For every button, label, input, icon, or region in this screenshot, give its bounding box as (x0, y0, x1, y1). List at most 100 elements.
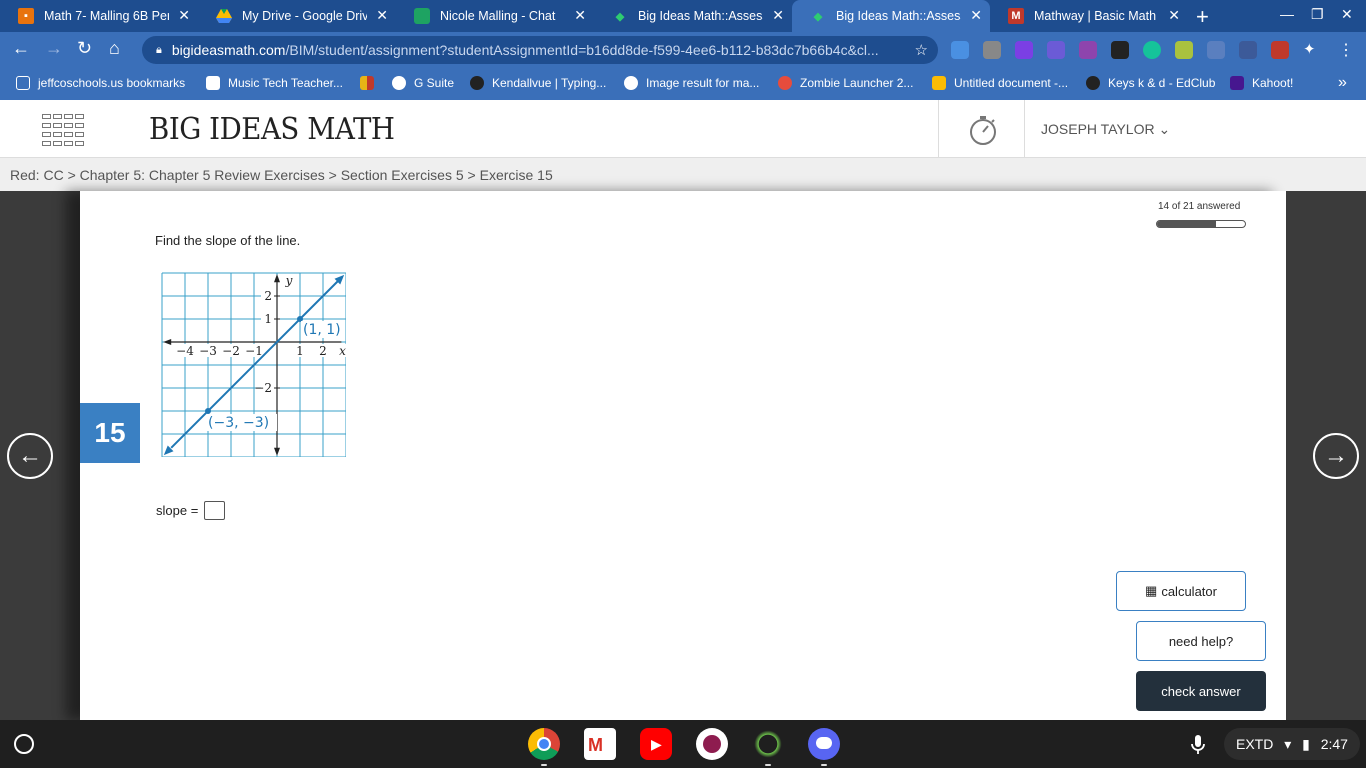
grammarly-icon[interactable] (1143, 41, 1161, 59)
chrome-icon[interactable] (528, 728, 560, 760)
bookmark-item[interactable]: G Suite (392, 76, 454, 90)
tab-mathway[interactable]: M Mathway | Basic Math P ✕ (990, 0, 1188, 32)
check-answer-button[interactable]: check answer (1136, 671, 1266, 711)
bookmark-item[interactable] (360, 76, 382, 90)
menu-kebab-icon[interactable]: ⋮ (1338, 40, 1354, 60)
bookmark-item[interactable]: Kahoot! (1230, 76, 1293, 90)
calculator-button[interactable]: ▦ calculator (1116, 571, 1246, 611)
close-tab-icon[interactable]: ✕ (970, 7, 982, 24)
need-help-button[interactable]: need help? (1136, 621, 1266, 661)
screencastify-icon[interactable] (696, 728, 728, 760)
y-tick-label: 2 (264, 289, 272, 303)
address-bar[interactable]: 🔒︎ bigideasmath.com /BIM/student/assignm… (142, 36, 938, 64)
bookmark-item[interactable]: Untitled document -... (932, 76, 1068, 90)
extension-screencast-icon[interactable] (983, 41, 1001, 59)
extension-s-icon[interactable] (1271, 41, 1289, 59)
youtube-icon[interactable]: ▶ (640, 728, 672, 760)
tab-drive[interactable]: My Drive - Google Drive ✕ (198, 0, 396, 32)
tab-chat[interactable]: Nicole Malling - Chat ✕ (396, 0, 594, 32)
mathway-icon: M (1008, 8, 1024, 24)
extension-shield-icon[interactable] (951, 41, 969, 59)
zombie-icon (778, 76, 792, 90)
close-tab-icon[interactable]: ✕ (1168, 7, 1180, 24)
progress-label: 14 of 21 answered (1158, 201, 1241, 212)
bookmark-folder[interactable]: jeffcoschools.us bookmarks (16, 76, 185, 90)
breadcrumb[interactable]: Red: CC > Chapter 5: Chapter 5 Review Ex… (0, 158, 1366, 191)
bookmark-label: Music Tech Teacher... (228, 76, 343, 90)
tab-bim-active[interactable]: ◆ Big Ideas Math::Assessm ✕ (792, 0, 990, 32)
bookmark-item[interactable]: Image result for ma... (624, 76, 759, 90)
bookmark-label: Kahoot! (1252, 76, 1294, 90)
calculator-icon: ▦ (1145, 583, 1158, 598)
y-axis-arrow (274, 274, 280, 283)
bookmark-item[interactable]: Kendallvue | Typing... (470, 76, 606, 90)
back-icon[interactable]: ← (12, 38, 30, 59)
close-tab-icon[interactable]: ✕ (574, 7, 586, 24)
close-tab-icon[interactable]: ✕ (178, 7, 190, 24)
running-indicator (821, 764, 827, 766)
discord-icon[interactable] (808, 728, 840, 760)
wifi-icon: ▾ (1284, 735, 1292, 752)
previous-exercise-button[interactable]: ← (7, 433, 53, 479)
grid-menu-icon[interactable] (42, 114, 86, 146)
flag-icon (360, 76, 374, 90)
bookmark-label: Keys k & d - EdClub (1108, 76, 1216, 90)
url-path: /BIM/student/assignment?studentAssignmen… (285, 42, 879, 58)
typing-icon (470, 76, 484, 90)
x-axis-arrow (163, 339, 172, 345)
point-b-label: (−3, −3) (208, 415, 269, 431)
home-icon[interactable]: ⌂ (109, 38, 120, 59)
extension-bw-icon[interactable] (1111, 41, 1129, 59)
minimize-icon[interactable]: — (1280, 6, 1294, 22)
progress-fill (1157, 221, 1216, 227)
battery-icon: ▮ (1302, 735, 1310, 752)
extension-read-icon[interactable] (1207, 41, 1225, 59)
graph-svg: −4 −3 −2 −1 1 2 2 1 −2 x y (1, 1) (−3, −3) (161, 272, 347, 458)
bookmark-item[interactable]: Keys k & d - EdClub (1086, 76, 1215, 90)
tab-classroom[interactable]: ▪ Math 7- Malling 6B Perio ✕ (0, 0, 198, 32)
restore-icon[interactable]: ❐ (1311, 6, 1324, 23)
kahoot-icon (1230, 76, 1244, 90)
extension-pdf-icon[interactable] (1047, 41, 1065, 59)
brand-logo[interactable]: BIG IDEAS MATH (149, 112, 395, 147)
bookmark-item[interactable]: Music Tech Teacher... (206, 76, 343, 90)
os-shelf: M ▶ EXTD ▾ ▮ 2:47 (0, 720, 1366, 768)
extension-globe-icon[interactable] (1239, 41, 1257, 59)
microphone-icon[interactable] (1188, 734, 1208, 756)
google-icon (392, 76, 406, 90)
launcher-icon[interactable] (14, 734, 34, 754)
stopwatch-icon[interactable] (968, 114, 998, 146)
close-tab-icon[interactable]: ✕ (772, 7, 784, 24)
tab-strip: ▪ Math 7- Malling 6B Perio ✕ My Drive - … (0, 0, 1366, 32)
x-tick-label: −4 (176, 344, 194, 358)
next-exercise-button[interactable]: → (1313, 433, 1359, 479)
tab-title: My Drive - Google Drive (242, 9, 367, 23)
x-tick-label: −2 (222, 344, 240, 358)
tab-bim-1[interactable]: ◆ Big Ideas Math::Assessm ✕ (594, 0, 792, 32)
chevron-down-icon: ⌄ (1158, 121, 1171, 137)
running-indicator (765, 764, 771, 766)
tab-title: Mathway | Basic Math P (1034, 9, 1159, 23)
browser-toolbar: ← → ↻ ⌂ 🔒︎ bigideasmath.com /BIM/student… (0, 32, 1366, 68)
bookmarks-overflow-icon[interactable]: » (1338, 74, 1347, 92)
reload-icon[interactable]: ↻ (77, 38, 92, 59)
gmail-icon[interactable]: M (584, 728, 616, 760)
user-menu[interactable]: JOSEPH TAYLOR ⌄ (1041, 121, 1170, 138)
bookmark-label: Image result for ma... (646, 76, 760, 90)
extension-pear-icon[interactable] (1175, 41, 1193, 59)
y-tick-label: 1 (264, 312, 272, 326)
bookmark-item[interactable]: Zombie Launcher 2... (778, 76, 913, 90)
system-tray[interactable]: EXTD ▾ ▮ 2:47 (1224, 728, 1360, 760)
bookmark-star-icon[interactable]: ☆ (915, 41, 928, 59)
close-tab-icon[interactable]: ✕ (376, 7, 388, 24)
new-tab-button[interactable]: + (1196, 4, 1209, 30)
close-window-icon[interactable]: ✕ (1341, 6, 1353, 23)
answer-row: slope = (156, 501, 226, 520)
question-prompt: Find the slope of the line. (155, 233, 301, 248)
forward-icon[interactable]: → (45, 38, 63, 59)
extensions-puzzle-icon[interactable]: ✦ (1303, 40, 1316, 58)
extension-tw-icon[interactable] (1079, 41, 1097, 59)
extension-purple-icon[interactable] (1015, 41, 1033, 59)
dots-app-icon[interactable] (752, 728, 784, 760)
slope-answer-input[interactable] (204, 501, 226, 520)
